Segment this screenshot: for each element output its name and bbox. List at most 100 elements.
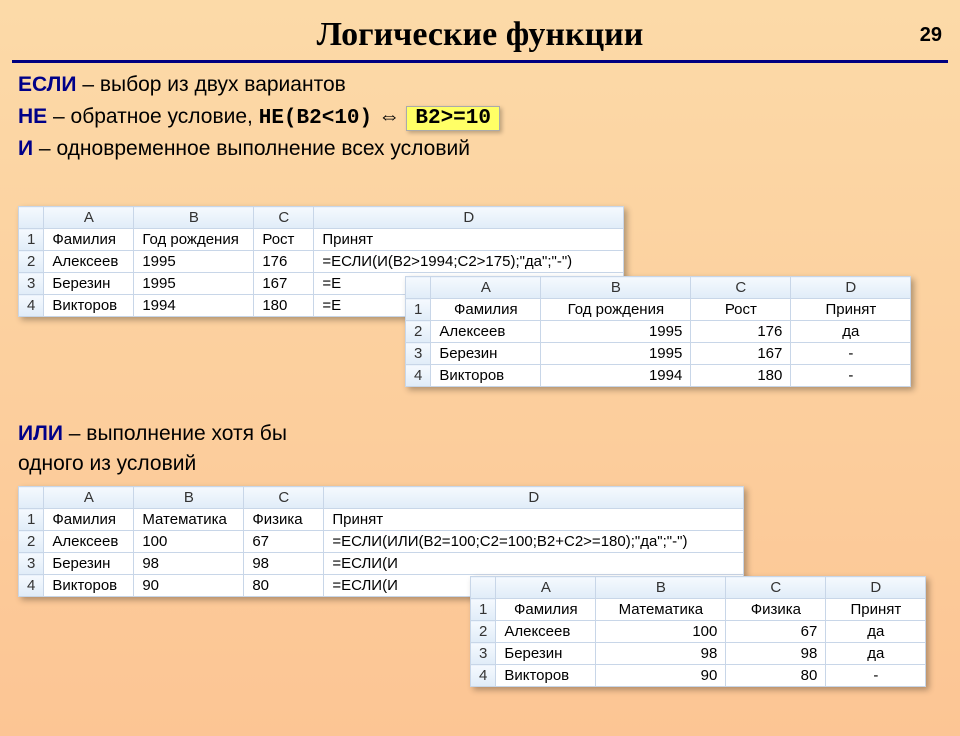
corner-cell [19,487,44,509]
cell: 167 [691,343,791,365]
col-header-c: C [254,207,314,229]
page-title: Логические функции [0,16,960,54]
cell: 67 [726,621,826,643]
cell: Математика [134,509,244,531]
cell: 180 [254,295,314,317]
spreadsheet-or-result: A B C D 1 Фамилия Математика Физика Прин… [470,576,926,687]
cell: Алексеев [44,531,134,553]
cell: 100 [134,531,244,553]
line-ili: ИЛИ – выполнение хотя бы [18,422,287,446]
cell: Фамилия [44,509,134,531]
cell: Викторов [44,295,134,317]
row-header: 2 [19,251,44,273]
cell: =ЕСЛИ(И [324,553,744,575]
cell: 1995 [134,251,254,273]
cell: Математика [596,599,726,621]
highlight-box: B2>=10 [406,106,500,131]
col-header-d: D [324,487,744,509]
row-header: 1 [19,509,44,531]
line-ne: НЕ – обратное условие, НЕ(B2<10) ⇔ B2>=1… [18,103,942,131]
cell: Березин [44,273,134,295]
col-header-b: B [596,577,726,599]
cell: 90 [596,665,726,687]
cell: 90 [134,575,244,597]
kw-ili: ИЛИ [18,422,63,445]
row-header: 4 [19,575,44,597]
corner-cell [19,207,44,229]
cell: =ЕСЛИ(И(B2>1994;C2>175);"да";"-") [314,251,624,273]
cell: да [826,621,926,643]
cell: да [826,643,926,665]
cell: 180 [691,365,791,387]
row-header: 1 [19,229,44,251]
cell: да [791,321,911,343]
col-header-a: A [44,207,134,229]
page-number: 29 [920,24,942,47]
cell: Принят [826,599,926,621]
cell: 1995 [134,273,254,295]
cell: Физика [244,509,324,531]
cell: Алексеев [44,251,134,273]
cell: Рост [254,229,314,251]
cell: Викторов [496,665,596,687]
text-ne: – обратное условие, [47,105,259,128]
code-ne: НЕ(B2<10) [259,107,372,130]
cell: Год рождения [541,299,691,321]
text-esli: – выбор из двух вариантов [76,73,345,96]
cell: 100 [596,621,726,643]
col-header-a: A [431,277,541,299]
cell: Викторов [44,575,134,597]
cell: 98 [134,553,244,575]
kw-ne: НЕ [18,105,47,128]
text-ili-2: одного из условий [18,452,287,476]
kw-i: И [18,137,33,160]
spreadsheet-and-result: A B C D 1 Фамилия Год рождения Рост Прин… [405,276,911,387]
col-header-c: C [244,487,324,509]
title-divider [12,60,948,63]
cell: 98 [596,643,726,665]
col-header-b: B [134,207,254,229]
cell: 176 [691,321,791,343]
cell: 176 [254,251,314,273]
col-header-a: A [44,487,134,509]
cell: Год рождения [134,229,254,251]
col-header-c: C [726,577,826,599]
corner-cell [406,277,431,299]
kw-esli: ЕСЛИ [18,73,76,96]
cell: Принят [314,229,624,251]
row-header: 3 [406,343,431,365]
cell: - [791,343,911,365]
cell: 67 [244,531,324,553]
cell: Фамилия [431,299,541,321]
cell: 1995 [541,321,691,343]
row-header: 1 [406,299,431,321]
col-header-c: C [691,277,791,299]
cell: Алексеев [496,621,596,643]
col-header-b: B [134,487,244,509]
row-header: 2 [471,621,496,643]
cell: 1994 [541,365,691,387]
col-header-d: D [791,277,911,299]
row-header: 3 [471,643,496,665]
row-header: 2 [19,531,44,553]
col-header-b: B [541,277,691,299]
text-i: – одновременное выполнение всех условий [33,137,470,160]
cell: 80 [726,665,826,687]
cell: 1995 [541,343,691,365]
row-header: 4 [19,295,44,317]
col-header-d: D [826,577,926,599]
row-header: 1 [471,599,496,621]
row-header: 4 [471,665,496,687]
line-ili-block: ИЛИ – выполнение хотя бы одного из услов… [0,416,305,482]
cell: Принят [791,299,911,321]
cell: Березин [44,553,134,575]
cell: Фамилия [44,229,134,251]
line-esli: ЕСЛИ – выбор из двух вариантов [18,73,942,97]
row-header: 3 [19,553,44,575]
cell: 1994 [134,295,254,317]
cell: 98 [726,643,826,665]
content-area: ЕСЛИ – выбор из двух вариантов НЕ – обра… [0,73,960,161]
cell: 80 [244,575,324,597]
row-header: 4 [406,365,431,387]
cell: Фамилия [496,599,596,621]
